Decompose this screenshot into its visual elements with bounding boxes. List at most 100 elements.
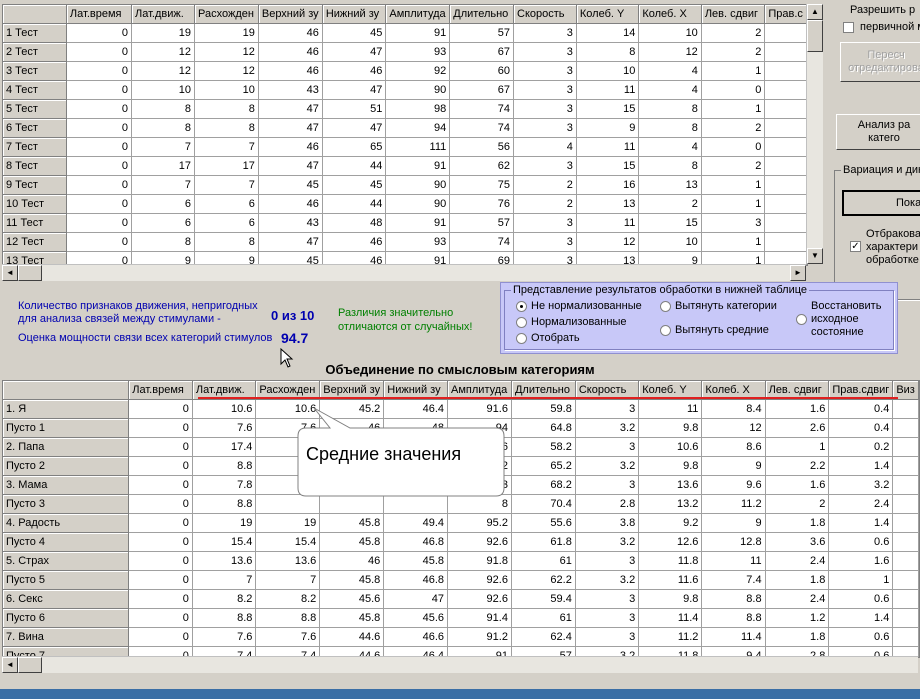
top-table-cell[interactable]: 47 xyxy=(322,118,387,138)
bottom-table-cell[interactable] xyxy=(892,627,919,647)
top-row-header[interactable]: 1 Тест xyxy=(3,23,67,43)
top-table-cell[interactable]: 8 xyxy=(194,232,259,252)
bottom-table-cell[interactable]: 13.2 xyxy=(638,494,703,514)
top-row-header[interactable]: 6 Тест xyxy=(3,118,67,138)
bottom-table-cell[interactable]: 45.6 xyxy=(383,608,449,628)
top-table-cell[interactable]: 0 xyxy=(701,137,766,157)
bottom-table-cell[interactable]: 7.6 xyxy=(192,418,257,438)
bottom-table-cell[interactable]: 8.8 xyxy=(192,608,257,628)
bottom-table-cell[interactable]: 0 xyxy=(128,456,193,476)
bottom-row-header[interactable]: Пусто 5 xyxy=(3,570,130,590)
top-table-row[interactable]: 7 Тест 0 7 7 46 65 111 56 4 11 4 0 xyxy=(3,137,807,157)
top-table-cell[interactable]: 46 xyxy=(258,23,323,43)
bottom-table-cell[interactable]: 13.6 xyxy=(255,551,321,571)
top-table-cell[interactable]: 3 xyxy=(513,23,577,43)
top-row-header[interactable]: 10 Тест xyxy=(3,194,67,214)
bottom-row-header[interactable]: 4. Радость xyxy=(3,513,130,533)
top-table-cell[interactable]: 74 xyxy=(449,118,515,138)
bottom-table-cell[interactable]: 2.6 xyxy=(765,418,830,438)
top-table-row[interactable]: 10 Тест 0 6 6 46 44 90 76 2 13 2 1 xyxy=(3,194,807,214)
bottom-table-cell[interactable]: 2.4 xyxy=(765,589,830,609)
bottom-table-cell[interactable]: 91.8 xyxy=(447,551,512,571)
top-table-cell[interactable]: 4 xyxy=(638,61,702,81)
top-table-cell[interactable]: 6 xyxy=(131,194,195,214)
top-table-row[interactable]: 6 Тест 0 8 8 47 47 94 74 3 9 8 2 xyxy=(3,118,807,138)
top-table-cell[interactable]: 111 xyxy=(385,137,451,157)
bottom-table-cell[interactable]: 2.4 xyxy=(765,551,830,571)
bottom-row-header[interactable]: Пусто 2 xyxy=(3,456,130,476)
bottom-table-cell[interactable] xyxy=(892,608,919,628)
top-table-row[interactable]: 8 Тест 0 17 17 47 44 91 62 3 15 8 2 xyxy=(3,156,807,176)
bottom-table-cell[interactable]: 92.6 xyxy=(447,589,512,609)
top-column-header[interactable]: Колеб. Y xyxy=(576,5,640,24)
bottom-table-cell[interactable]: 0.6 xyxy=(828,589,894,609)
top-table-row[interactable]: 12 Тест 0 8 8 47 46 93 74 3 12 10 1 xyxy=(3,232,807,252)
top-table-cell[interactable]: 75 xyxy=(449,175,515,195)
top-table-cell[interactable]: 47 xyxy=(258,118,323,138)
bottom-table-cell[interactable]: 11.2 xyxy=(638,627,703,647)
top-table-cell[interactable]: 2 xyxy=(513,175,577,195)
bottom-table-cell[interactable]: 9 xyxy=(701,513,766,533)
top-table-cell[interactable]: 3 xyxy=(513,118,577,138)
top-table-cell[interactable]: 0 xyxy=(66,61,133,81)
bottom-table-row[interactable]: Пусто 4 0 15.4 15.4 45.8 46.8 92.6 61.8 3.2 12.6 1… xyxy=(3,532,919,552)
bottom-table-cell[interactable]: 13.6 xyxy=(192,551,257,571)
top-table-cell[interactable]: 2 xyxy=(513,194,577,214)
recalc-button[interactable]: Пересч отредактирова xyxy=(840,42,920,82)
bottom-table-cell[interactable]: 15.4 xyxy=(255,532,321,552)
bottom-table-cell[interactable]: 45.8 xyxy=(319,570,385,590)
bottom-table-cell[interactable]: 11.8 xyxy=(638,551,703,571)
top-column-header[interactable]: Скорость xyxy=(513,5,577,24)
bottom-table-cell[interactable] xyxy=(892,418,919,438)
bottom-table-cell[interactable]: 19 xyxy=(192,513,257,533)
top-table-cell[interactable]: 3 xyxy=(701,213,766,233)
bottom-table-cell[interactable]: 45.8 xyxy=(319,608,385,628)
bottom-table-cell[interactable]: 12.8 xyxy=(701,532,766,552)
top-table-cell[interactable]: 15 xyxy=(576,99,640,119)
top-table-cell[interactable]: 3 xyxy=(513,42,577,62)
top-column-header[interactable]: Лат.время xyxy=(66,5,133,24)
radio-stretch-categories[interactable]: Вытянуть категории xyxy=(660,300,777,312)
top-table-cell[interactable]: 7 xyxy=(194,137,259,157)
top-table-cell[interactable]: 3 xyxy=(513,80,577,100)
bottom-table-cell[interactable] xyxy=(892,399,919,419)
bottom-table-cell[interactable]: 1.2 xyxy=(765,608,830,628)
bottom-table-cell[interactable]: 0 xyxy=(128,418,193,438)
top-table-cell[interactable]: 47 xyxy=(258,232,323,252)
bottom-table-cell[interactable]: 1.6 xyxy=(765,475,830,495)
top-table-cell[interactable]: 45 xyxy=(322,175,387,195)
top-table-cell[interactable] xyxy=(764,61,807,81)
top-table-cell[interactable]: 8 xyxy=(194,99,259,119)
top-table-cell[interactable]: 60 xyxy=(449,61,515,81)
bottom-table-cell[interactable]: 7.8 xyxy=(192,475,257,495)
top-table-cell[interactable]: 19 xyxy=(131,23,195,43)
scroll-left-arrow-icon[interactable]: ◄ xyxy=(2,265,18,281)
top-table-cell[interactable]: 91 xyxy=(385,23,451,43)
top-table-cell[interactable]: 48 xyxy=(322,213,387,233)
top-table-cell[interactable]: 8 xyxy=(131,118,195,138)
bottom-table-cell[interactable]: 11 xyxy=(638,399,703,419)
top-row-header[interactable]: 5 Тест xyxy=(3,99,67,119)
top-table-cell[interactable]: 43 xyxy=(258,80,323,100)
top-table-cell[interactable]: 90 xyxy=(385,194,451,214)
top-table-cell[interactable]: 8 xyxy=(638,156,702,176)
top-table-cell[interactable]: 4 xyxy=(513,137,577,157)
bottom-table-cell[interactable]: 8.4 xyxy=(701,399,766,419)
bottom-table-cell[interactable]: 1.6 xyxy=(828,551,894,571)
bottom-row-header[interactable]: 5. Страх xyxy=(3,551,130,571)
bottom-table-cell[interactable]: 1.4 xyxy=(828,456,894,476)
bottom-table-cell[interactable]: 17.4 xyxy=(192,437,257,457)
top-table-cell[interactable]: 12 xyxy=(638,42,702,62)
top-table-cell[interactable]: 3 xyxy=(513,213,577,233)
bottom-grid-hscroll[interactable]: ◄ xyxy=(2,656,918,673)
top-table-cell[interactable]: 56 xyxy=(449,137,515,157)
bottom-table-cell[interactable]: 3.6 xyxy=(765,532,830,552)
top-table-row[interactable]: 9 Тест 0 7 7 45 45 90 75 2 16 13 1 xyxy=(3,175,807,195)
top-table-cell[interactable]: 46 xyxy=(258,137,323,157)
bottom-table-cell[interactable]: 0 xyxy=(128,399,193,419)
bottom-table-cell[interactable]: 45.6 xyxy=(319,589,385,609)
vscroll-thumb[interactable] xyxy=(807,20,823,52)
bottom-table-cell[interactable]: 44.6 xyxy=(319,627,385,647)
bottom-table-cell[interactable]: 0.4 xyxy=(828,418,894,438)
top-table-cell[interactable]: 47 xyxy=(322,42,387,62)
